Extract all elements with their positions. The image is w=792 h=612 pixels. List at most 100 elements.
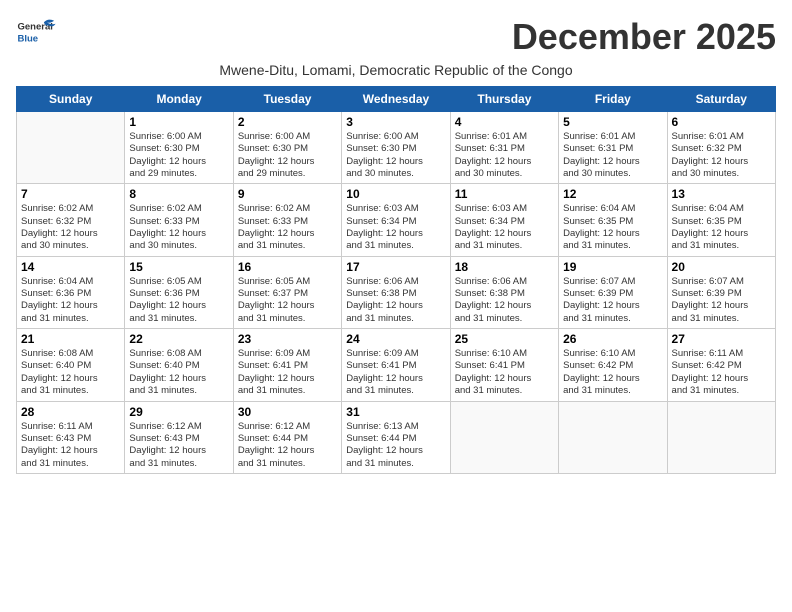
calendar-cell: 17 Sunrise: 6:06 AMSunset: 6:38 PMDayligh… <box>342 256 450 328</box>
day-info: Sunrise: 6:09 AMSunset: 6:41 PMDaylight:… <box>238 348 337 397</box>
calendar-cell: 14 Sunrise: 6:04 AMSunset: 6:36 PMDayligh… <box>17 256 125 328</box>
day-info: Sunrise: 6:00 AMSunset: 6:30 PMDaylight:… <box>238 131 337 180</box>
day-info: Sunrise: 6:03 AMSunset: 6:34 PMDaylight:… <box>346 203 445 252</box>
day-info: Sunrise: 6:02 AMSunset: 6:32 PMDaylight:… <box>21 203 120 252</box>
day-number: 22 <box>129 332 228 346</box>
day-info: Sunrise: 6:01 AMSunset: 6:31 PMDaylight:… <box>563 131 662 180</box>
calendar-cell <box>559 401 667 473</box>
day-info: Sunrise: 6:12 AMSunset: 6:43 PMDaylight:… <box>129 421 228 470</box>
day-info: Sunrise: 6:01 AMSunset: 6:31 PMDaylight:… <box>455 131 554 180</box>
logo: General Blue <box>16 16 60 52</box>
day-info: Sunrise: 6:02 AMSunset: 6:33 PMDaylight:… <box>238 203 337 252</box>
calendar-cell: 15 Sunrise: 6:05 AMSunset: 6:36 PMDayligh… <box>125 256 233 328</box>
day-number: 21 <box>21 332 120 346</box>
calendar-cell: 13 Sunrise: 6:04 AMSunset: 6:35 PMDayligh… <box>667 184 775 256</box>
day-number: 7 <box>21 187 120 201</box>
day-number: 14 <box>21 260 120 274</box>
day-number: 30 <box>238 405 337 419</box>
day-number: 10 <box>346 187 445 201</box>
day-number: 24 <box>346 332 445 346</box>
calendar-header-row: SundayMondayTuesdayWednesdayThursdayFrid… <box>17 87 776 112</box>
day-info: Sunrise: 6:12 AMSunset: 6:44 PMDaylight:… <box>238 421 337 470</box>
day-number: 11 <box>455 187 554 201</box>
day-number: 26 <box>563 332 662 346</box>
day-number: 1 <box>129 115 228 129</box>
calendar-cell: 28 Sunrise: 6:11 AMSunset: 6:43 PMDayligh… <box>17 401 125 473</box>
page-header: General Blue December 2025 <box>16 16 776 58</box>
calendar-week-4: 21 Sunrise: 6:08 AMSunset: 6:40 PMDayligh… <box>17 329 776 401</box>
calendar-cell: 5 Sunrise: 6:01 AMSunset: 6:31 PMDaylight… <box>559 112 667 184</box>
day-number: 6 <box>672 115 771 129</box>
day-number: 12 <box>563 187 662 201</box>
calendar-cell: 10 Sunrise: 6:03 AMSunset: 6:34 PMDayligh… <box>342 184 450 256</box>
calendar-table: SundayMondayTuesdayWednesdayThursdayFrid… <box>16 86 776 474</box>
calendar-cell: 22 Sunrise: 6:08 AMSunset: 6:40 PMDayligh… <box>125 329 233 401</box>
calendar-cell: 31Sunrise: 6:13 AMSunset: 6:44 PMDayligh… <box>342 401 450 473</box>
calendar-cell: 23 Sunrise: 6:09 AMSunset: 6:41 PMDayligh… <box>233 329 341 401</box>
calendar-cell: 11 Sunrise: 6:03 AMSunset: 6:34 PMDayligh… <box>450 184 558 256</box>
calendar-cell: 8 Sunrise: 6:02 AMSunset: 6:33 PMDaylight… <box>125 184 233 256</box>
day-number: 19 <box>563 260 662 274</box>
calendar-cell: 30 Sunrise: 6:12 AMSunset: 6:44 PMDayligh… <box>233 401 341 473</box>
day-number: 8 <box>129 187 228 201</box>
day-info: Sunrise: 6:00 AMSunset: 6:30 PMDaylight:… <box>346 131 445 180</box>
day-number: 2 <box>238 115 337 129</box>
calendar-cell: 20 Sunrise: 6:07 AMSunset: 6:39 PMDayligh… <box>667 256 775 328</box>
calendar-cell: 6 Sunrise: 6:01 AMSunset: 6:32 PMDaylight… <box>667 112 775 184</box>
calendar-cell: 19 Sunrise: 6:07 AMSunset: 6:39 PMDayligh… <box>559 256 667 328</box>
calendar-col-tuesday: Tuesday <box>233 87 341 112</box>
calendar-cell: 2 Sunrise: 6:00 AMSunset: 6:30 PMDaylight… <box>233 112 341 184</box>
svg-text:Blue: Blue <box>17 33 38 44</box>
calendar-cell: 9Sunrise: 6:02 AMSunset: 6:33 PMDaylight… <box>233 184 341 256</box>
calendar-cell <box>450 401 558 473</box>
day-number: 28 <box>21 405 120 419</box>
day-number: 17 <box>346 260 445 274</box>
day-info: Sunrise: 6:08 AMSunset: 6:40 PMDaylight:… <box>129 348 228 397</box>
calendar-col-monday: Monday <box>125 87 233 112</box>
calendar-week-1: 1 Sunrise: 6:00 AMSunset: 6:30 PMDaylight… <box>17 112 776 184</box>
day-info: Sunrise: 6:03 AMSunset: 6:34 PMDaylight:… <box>455 203 554 252</box>
day-number: 13 <box>672 187 771 201</box>
day-info: Sunrise: 6:04 AMSunset: 6:36 PMDaylight:… <box>21 276 120 325</box>
calendar-cell <box>17 112 125 184</box>
calendar-week-5: 28 Sunrise: 6:11 AMSunset: 6:43 PMDayligh… <box>17 401 776 473</box>
calendar-col-thursday: Thursday <box>450 87 558 112</box>
day-info: Sunrise: 6:07 AMSunset: 6:39 PMDaylight:… <box>563 276 662 325</box>
calendar-cell: 24Sunrise: 6:09 AMSunset: 6:41 PMDayligh… <box>342 329 450 401</box>
day-info: Sunrise: 6:00 AMSunset: 6:30 PMDaylight:… <box>129 131 228 180</box>
day-number: 23 <box>238 332 337 346</box>
calendar-cell: 29 Sunrise: 6:12 AMSunset: 6:43 PMDayligh… <box>125 401 233 473</box>
calendar-col-wednesday: Wednesday <box>342 87 450 112</box>
calendar-col-friday: Friday <box>559 87 667 112</box>
calendar-col-saturday: Saturday <box>667 87 775 112</box>
day-info: Sunrise: 6:04 AMSunset: 6:35 PMDaylight:… <box>672 203 771 252</box>
day-info: Sunrise: 6:06 AMSunset: 6:38 PMDaylight:… <box>346 276 445 325</box>
calendar-cell <box>667 401 775 473</box>
calendar-cell: 18Sunrise: 6:06 AMSunset: 6:38 PMDayligh… <box>450 256 558 328</box>
day-info: Sunrise: 6:07 AMSunset: 6:39 PMDaylight:… <box>672 276 771 325</box>
calendar-cell: 26 Sunrise: 6:10 AMSunset: 6:42 PMDayligh… <box>559 329 667 401</box>
day-info: Sunrise: 6:08 AMSunset: 6:40 PMDaylight:… <box>21 348 120 397</box>
calendar-week-3: 14 Sunrise: 6:04 AMSunset: 6:36 PMDayligh… <box>17 256 776 328</box>
day-info: Sunrise: 6:04 AMSunset: 6:35 PMDaylight:… <box>563 203 662 252</box>
day-number: 29 <box>129 405 228 419</box>
day-number: 18 <box>455 260 554 274</box>
day-number: 15 <box>129 260 228 274</box>
calendar-cell: 27Sunrise: 6:11 AMSunset: 6:42 PMDayligh… <box>667 329 775 401</box>
day-info: Sunrise: 6:10 AMSunset: 6:42 PMDaylight:… <box>563 348 662 397</box>
calendar-cell: 3Sunrise: 6:00 AMSunset: 6:30 PMDaylight… <box>342 112 450 184</box>
day-info: Sunrise: 6:11 AMSunset: 6:42 PMDaylight:… <box>672 348 771 397</box>
day-number: 20 <box>672 260 771 274</box>
day-number: 5 <box>563 115 662 129</box>
day-info: Sunrise: 6:01 AMSunset: 6:32 PMDaylight:… <box>672 131 771 180</box>
month-title: December 2025 <box>512 16 776 58</box>
calendar-cell: 25Sunrise: 6:10 AMSunset: 6:41 PMDayligh… <box>450 329 558 401</box>
day-info: Sunrise: 6:11 AMSunset: 6:43 PMDaylight:… <box>21 421 120 470</box>
day-number: 4 <box>455 115 554 129</box>
calendar-cell: 21 Sunrise: 6:08 AMSunset: 6:40 PMDayligh… <box>17 329 125 401</box>
day-info: Sunrise: 6:02 AMSunset: 6:33 PMDaylight:… <box>129 203 228 252</box>
calendar-col-sunday: Sunday <box>17 87 125 112</box>
day-number: 31 <box>346 405 445 419</box>
day-number: 25 <box>455 332 554 346</box>
day-info: Sunrise: 6:05 AMSunset: 6:36 PMDaylight:… <box>129 276 228 325</box>
